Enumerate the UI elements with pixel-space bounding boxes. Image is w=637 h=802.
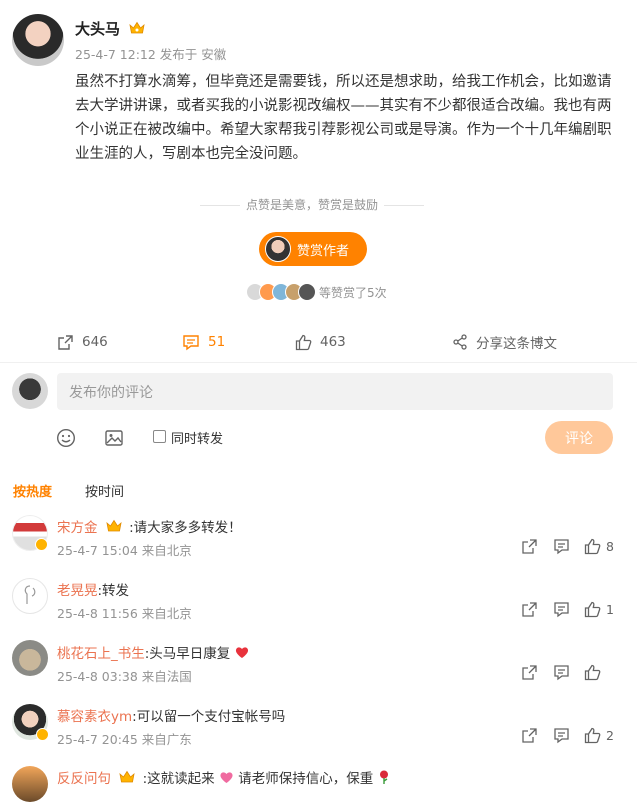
author-avatar[interactable]: [12, 14, 64, 66]
reward-author-button[interactable]: 赞赏作者: [259, 232, 367, 266]
comment-like-icon[interactable]: [584, 727, 601, 744]
comment-like-icon[interactable]: [584, 664, 601, 681]
comment-reply-icon[interactable]: [553, 601, 570, 618]
avatar-drawing-icon: [24, 585, 36, 604]
comment-text: :可以留一个支付宝帐号吗: [132, 709, 286, 725]
comment-text: :请大家多多转发！: [129, 520, 242, 536]
comment-line: 桃花石上_书生:头马早日康复: [57, 642, 249, 662]
comment-count: 51: [208, 334, 226, 350]
comment-line: 反反问句 :这就读起来 请老师保持信心，保重: [57, 767, 390, 787]
like-button[interactable]: 463: [295, 326, 346, 358]
crown-badge-icon: [106, 519, 122, 532]
commenter-avatar[interactable]: [12, 640, 48, 676]
author-name[interactable]: 大头马: [75, 20, 120, 38]
crown-badge-icon: [119, 770, 135, 783]
comment-like-icon[interactable]: [584, 601, 601, 618]
repost-button[interactable]: 646: [57, 326, 108, 358]
comment-meta: 25-4-7 15:04 来自北京: [57, 543, 192, 558]
commenter-avatar[interactable]: [12, 704, 49, 741]
submit-comment-button[interactable]: 评论: [545, 421, 613, 454]
comment-text: :转发: [97, 583, 130, 599]
sort-by-time-tab[interactable]: 按时间: [85, 481, 124, 500]
reward-button-label: 赞赏作者: [297, 243, 350, 259]
repost-icon: [58, 334, 73, 350]
comment-text: :这就读起来: [142, 771, 215, 787]
image-icon[interactable]: [104, 428, 124, 448]
crown-badge-icon: [129, 21, 145, 34]
my-avatar[interactable]: [12, 373, 48, 409]
comment-username[interactable]: 桃花石上_书生: [57, 646, 145, 662]
rose-icon: [379, 770, 388, 784]
commenter-avatar[interactable]: [12, 578, 48, 614]
red-heart-icon: [235, 647, 248, 658]
reward-divider: 点赞是美意，赞赏是鼓励: [200, 196, 424, 214]
comment-username[interactable]: 老晃晃: [57, 583, 98, 599]
comment-line: 宋方金 :请大家多多转发！: [57, 516, 242, 536]
post-meta: 25-4-7 12:12 发布于 安徽: [75, 47, 227, 62]
comment-repost-icon[interactable]: [521, 601, 538, 618]
verified-badge-icon: [36, 728, 49, 741]
comment-text-continued: 请老师保持信心，保重: [238, 771, 374, 787]
repost-checkbox[interactable]: [153, 430, 166, 443]
comment-button[interactable]: 51: [182, 326, 225, 358]
comment-like-count: 2: [606, 728, 614, 743]
commenter-avatar[interactable]: [12, 515, 48, 551]
comment-meta: 25-4-7 20:45 来自广东: [57, 732, 192, 747]
comment-like-icon[interactable]: [584, 538, 601, 555]
verified-badge-icon: [35, 538, 48, 551]
comment-username[interactable]: 慕容素衣ym: [57, 709, 132, 725]
like-count: 463: [320, 334, 346, 350]
thumbs-up-icon: [295, 334, 312, 350]
comment-meta: 25-4-8 03:38 来自法国: [57, 669, 192, 684]
pink-hearts-icon: [220, 772, 233, 783]
comment-icon: [183, 334, 199, 350]
comment-like-count: 8: [606, 539, 614, 554]
rewarders-list[interactable]: 等赞赏了5次: [246, 282, 387, 302]
comment-like-count: 1: [606, 602, 614, 617]
post-body: 虽然不打算水滴筹，但毕竟还是需要钱，所以还是想求助，给我工作机会，比如邀请去大学…: [75, 74, 612, 162]
comment-line: 老晃晃:转发: [57, 579, 129, 599]
repost-checkbox-label[interactable]: 同时转发: [171, 428, 223, 447]
comment-repost-icon[interactable]: [521, 727, 538, 744]
comment-reply-icon[interactable]: [553, 538, 570, 555]
comment-text: :头马早日康复: [144, 646, 231, 662]
comment-repost-icon[interactable]: [521, 664, 538, 681]
rewarders-text: 等赞赏了5次: [319, 285, 387, 300]
share-button[interactable]: 分享这条博文: [452, 326, 557, 358]
comment-username[interactable]: 宋方金: [57, 520, 98, 536]
comment-repost-icon[interactable]: [521, 538, 538, 555]
reward-author-avatar: [265, 236, 291, 262]
comment-username[interactable]: 反反问句: [57, 771, 111, 787]
post-action-bar: 646 51 463 分享这条博文: [0, 326, 637, 358]
sort-by-hot-tab[interactable]: 按热度: [13, 481, 52, 500]
comment-meta: 25-4-8 11:56 来自北京: [57, 606, 192, 621]
rewarder-avatar: [298, 283, 316, 301]
emoji-icon[interactable]: [56, 428, 76, 448]
commenter-avatar[interactable]: [12, 766, 48, 802]
share-icon: [453, 334, 467, 350]
action-bar-divider: [0, 362, 637, 363]
comment-reply-icon[interactable]: [553, 727, 570, 744]
comment-input[interactable]: 发布你的评论: [57, 373, 613, 410]
comment-line: 慕容素衣ym:可以留一个支付宝帐号吗: [57, 705, 285, 725]
share-label: 分享这条博文: [476, 336, 557, 352]
comment-reply-icon[interactable]: [553, 664, 570, 681]
repost-count: 646: [82, 334, 108, 350]
